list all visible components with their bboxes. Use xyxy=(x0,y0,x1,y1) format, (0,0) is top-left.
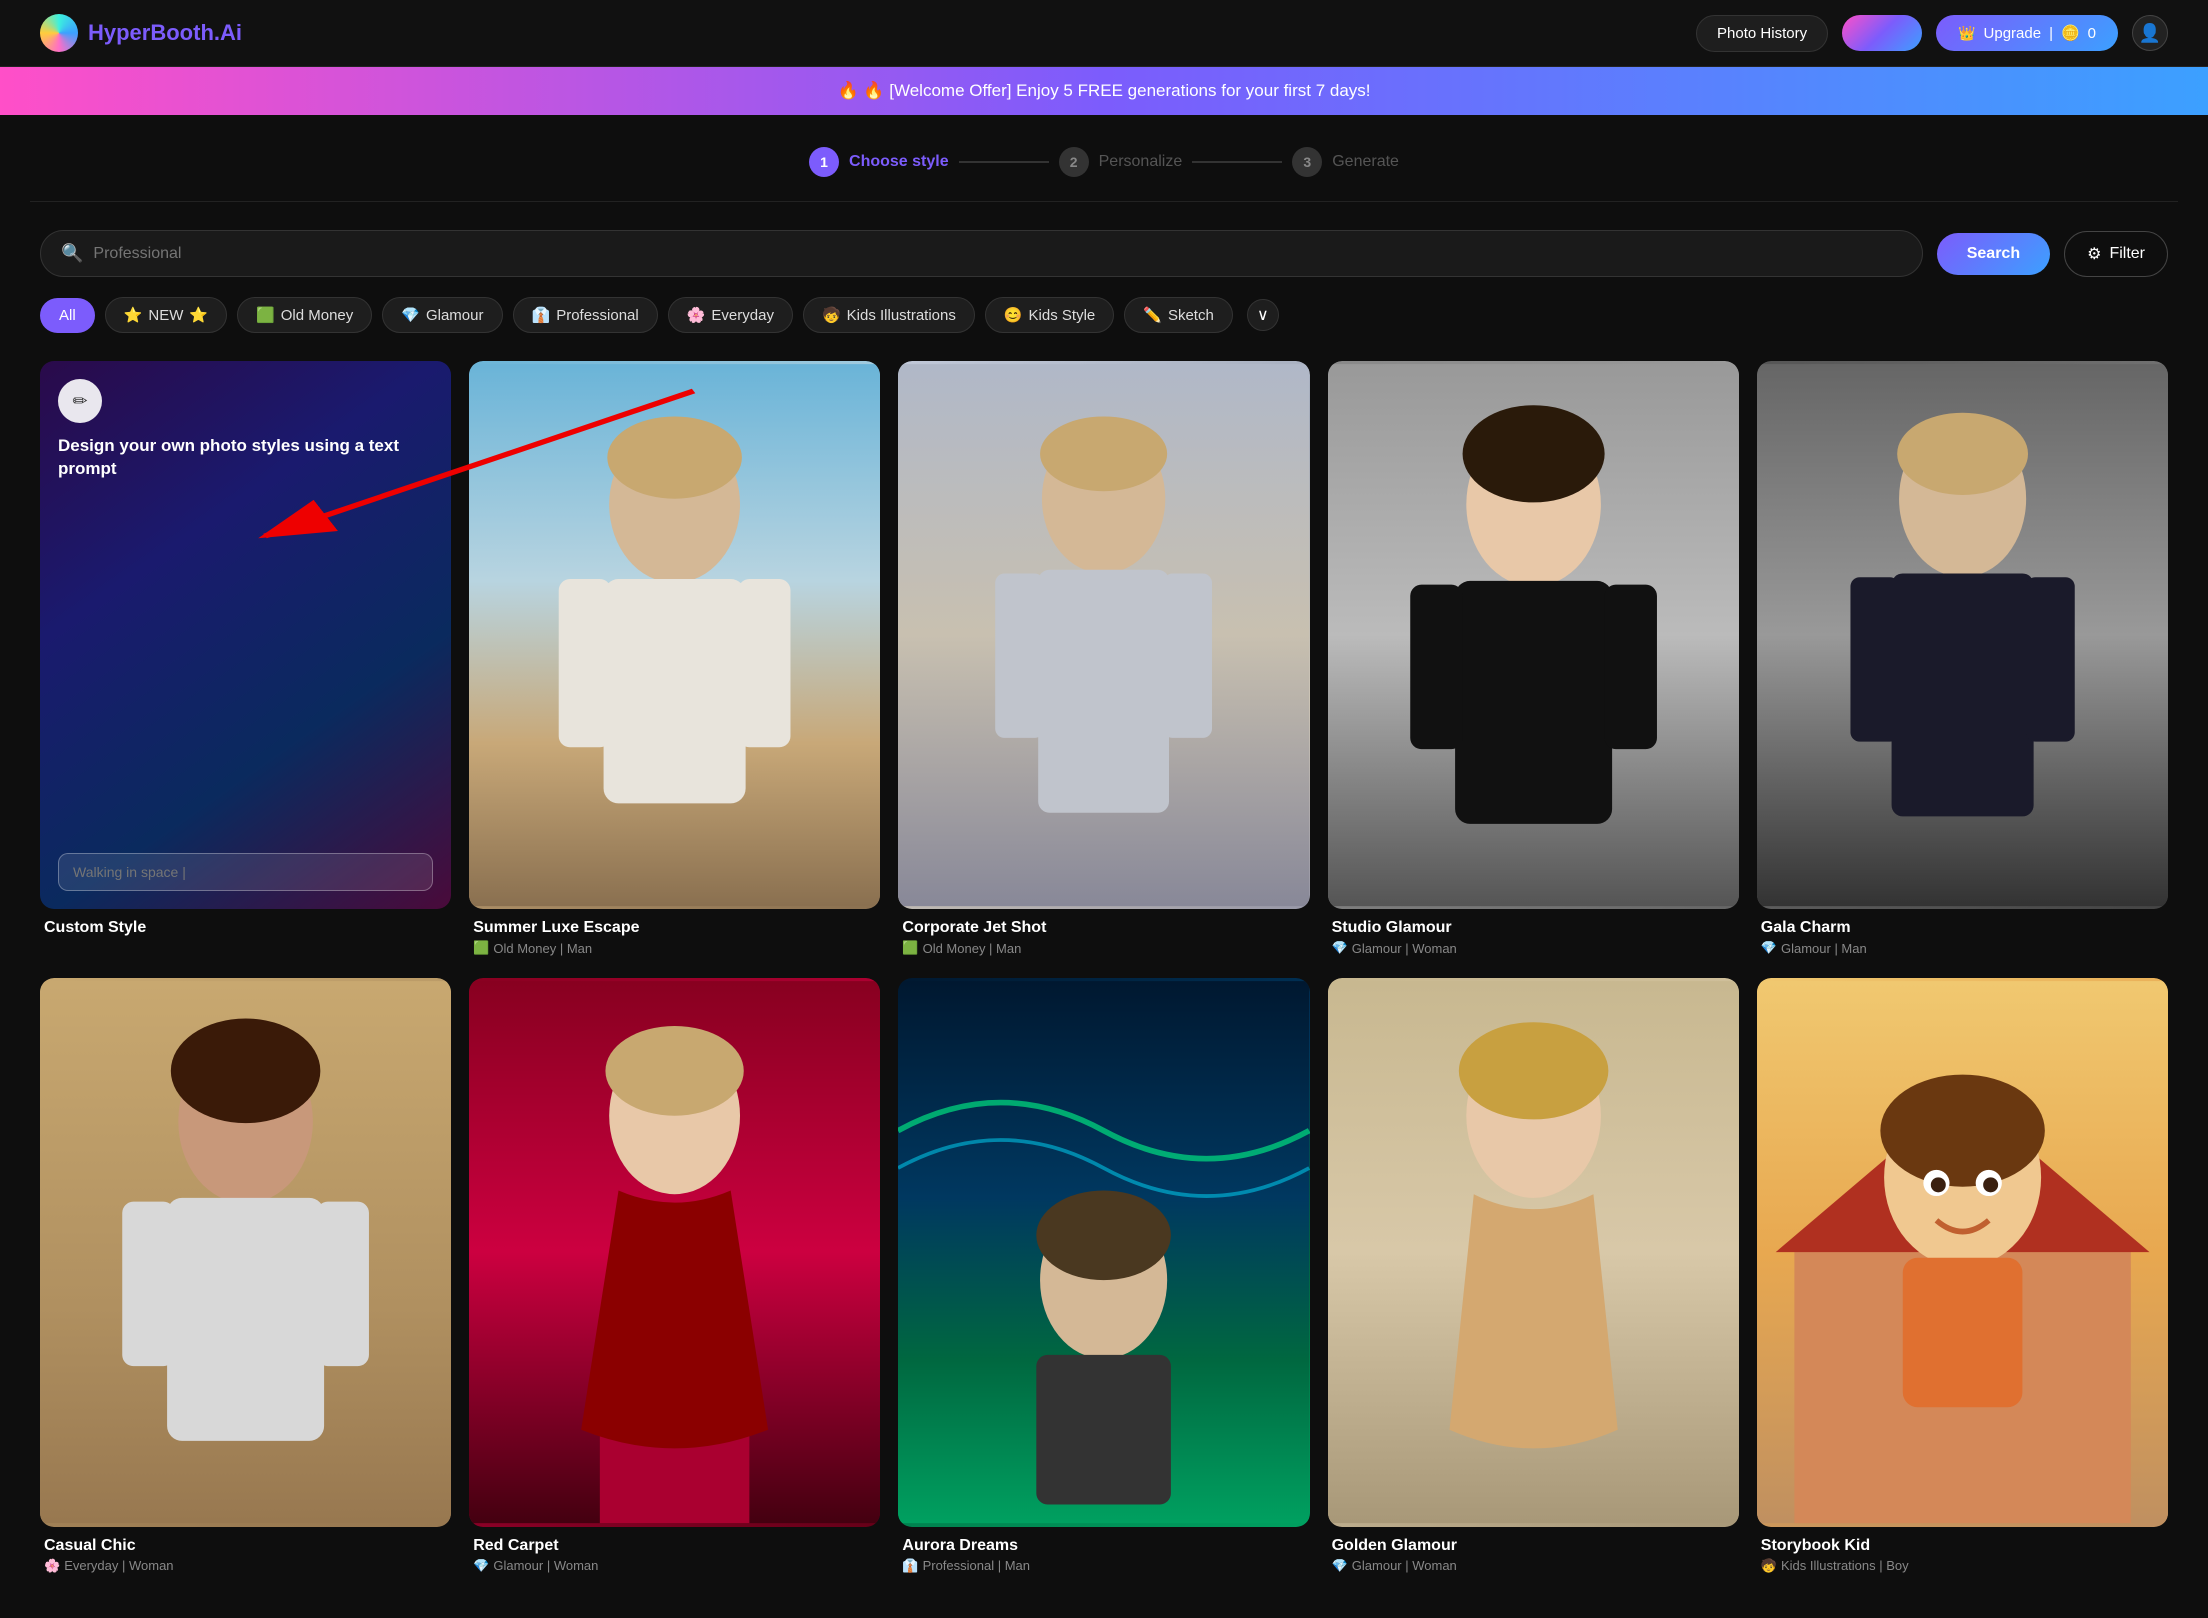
upgrade-button[interactable]: 👑 Upgrade | 🪙 0 xyxy=(1936,15,2118,51)
card-label-casual: Casual Chic 🌸 Everyday | Woman xyxy=(40,1527,451,1578)
all-label: All xyxy=(59,307,76,324)
photo-grid-row1: ✏ Design your own photo styles using a t… xyxy=(40,361,2168,960)
logo: HyperBooth.Ai xyxy=(40,14,242,52)
navbar: HyperBooth.Ai Photo History 👑 Upgrade | … xyxy=(0,0,2208,67)
card-label-summer-luxe: Summer Luxe Escape 🟩 Old Money | Man xyxy=(469,909,880,960)
step-2-label: Personalize xyxy=(1099,153,1183,171)
crown-icon: 👑 xyxy=(1958,25,1975,42)
chevron-down-icon: ∨ xyxy=(1257,305,1269,325)
new-emoji: ⭐ xyxy=(124,306,143,324)
category-glamour[interactable]: 💎 Glamour xyxy=(382,297,502,333)
step-2-num: 2 xyxy=(1059,147,1089,177)
photo-grid-container: ✏ Design your own photo styles using a t… xyxy=(0,361,2208,1618)
photo-card-golden-glamour[interactable]: Golden Glamour 💎 Glamour | Woman xyxy=(1328,978,1739,1577)
expand-categories-button[interactable]: ∨ xyxy=(1247,299,1279,331)
step-2: 2 Personalize xyxy=(1059,147,1183,177)
stepper: 1 Choose style 2 Personalize 3 Generate xyxy=(0,115,2208,201)
photo-card-corporate-jet[interactable]: Corporate Jet Shot 🟩 Old Money | Man xyxy=(898,361,1309,960)
custom-style-label: Custom Style xyxy=(40,909,451,941)
kids-style-label: Kids Style xyxy=(1029,307,1096,324)
photo-card-cartoon-kid[interactable]: Storybook Kid 🧒 Kids Illustrations | Boy xyxy=(1757,978,2168,1577)
welcome-banner: 🔥 🔥 [Welcome Offer] Enjoy 5 FREE generat… xyxy=(0,67,2208,115)
sketch-emoji: ✏️ xyxy=(1143,306,1162,324)
subtitle-icon: 👔 xyxy=(902,1558,918,1574)
new-label: NEW xyxy=(148,307,183,324)
photo-card-casual[interactable]: Casual Chic 🌸 Everyday | Woman xyxy=(40,978,451,1577)
edit-icon: ✏ xyxy=(58,379,102,423)
step-3-label: Generate xyxy=(1332,153,1399,171)
step-1: 1 Choose style xyxy=(809,147,949,177)
kids-ill-label: Kids Illustrations xyxy=(847,307,956,324)
custom-style-card[interactable]: ✏ Design your own photo styles using a t… xyxy=(40,361,451,960)
step-line-1 xyxy=(959,161,1049,163)
step-1-label: Choose style xyxy=(849,153,949,171)
kids-ill-emoji: 🧒 xyxy=(822,306,841,324)
search-button[interactable]: Search xyxy=(1937,233,2050,275)
sketch-label: Sketch xyxy=(1168,307,1214,324)
photo-card-summer-luxe[interactable]: Summer Luxe Escape 🟩 Old Money | Man xyxy=(469,361,880,960)
photo-card-red-carpet[interactable]: Red Carpet 💎 Glamour | Woman xyxy=(469,978,880,1577)
step-3-num: 3 xyxy=(1292,147,1322,177)
step-line-2 xyxy=(1192,161,1282,163)
kids-style-emoji: 😊 xyxy=(1004,306,1023,324)
subtitle-icon: 🟩 xyxy=(902,940,918,956)
photo-card-aurora[interactable]: Aurora Dreams 👔 Professional | Man xyxy=(898,978,1309,1577)
card-label-studio-glamour: Studio Glamour 💎 Glamour | Woman xyxy=(1328,909,1739,960)
card-label-gala-charm: Gala Charm 💎 Glamour | Man xyxy=(1757,909,2168,960)
logo-icon xyxy=(40,14,78,52)
old-money-label: Old Money xyxy=(281,307,354,324)
nav-right: Photo History 👑 Upgrade | 🪙 0 👤 xyxy=(1696,15,2168,52)
photo-card-studio-glamour[interactable]: Studio Glamour 💎 Glamour | Woman xyxy=(1328,361,1739,960)
professional-emoji: 👔 xyxy=(532,306,551,324)
search-icon: 🔍 xyxy=(61,243,83,264)
category-all[interactable]: All xyxy=(40,298,95,333)
photo-grid-row2: Casual Chic 🌸 Everyday | Woman xyxy=(40,978,2168,1577)
subtitle-icon: 💎 xyxy=(1332,940,1348,956)
category-professional[interactable]: 👔 Professional xyxy=(513,297,658,333)
search-box: 🔍 xyxy=(40,230,1923,277)
everyday-emoji: 🌸 xyxy=(687,306,706,324)
card-label-golden-glamour: Golden Glamour 💎 Glamour | Woman xyxy=(1328,1527,1739,1578)
person-icon: 👤 xyxy=(2139,23,2161,44)
everyday-label: Everyday xyxy=(711,307,774,324)
old-money-emoji: 🟩 xyxy=(256,306,275,324)
custom-style-input[interactable] xyxy=(58,853,433,891)
professional-label: Professional xyxy=(556,307,639,324)
glamour-emoji: 💎 xyxy=(401,306,420,324)
subtitle-icon: 💎 xyxy=(473,1558,489,1574)
new-emoji2: ⭐ xyxy=(189,306,208,324)
step-3: 3 Generate xyxy=(1292,147,1399,177)
subtitle-icon: 🧒 xyxy=(1761,1558,1777,1574)
glamour-label: Glamour xyxy=(426,307,484,324)
subtitle-icon: 💎 xyxy=(1761,940,1777,956)
card-label-corporate-jet: Corporate Jet Shot 🟩 Old Money | Man xyxy=(898,909,1309,960)
account-icon[interactable]: 👤 xyxy=(2132,15,2168,51)
card-label-cartoon-kid: Storybook Kid 🧒 Kids Illustrations | Boy xyxy=(1757,1527,2168,1578)
logo-text: HyperBooth.Ai xyxy=(88,20,242,46)
photo-card-gala-charm[interactable]: Gala Charm 💎 Glamour | Man xyxy=(1757,361,2168,960)
category-sketch[interactable]: ✏️ Sketch xyxy=(1124,297,1233,333)
custom-card-description: Design your own photo styles using a tex… xyxy=(58,435,433,481)
step-1-num: 1 xyxy=(809,147,839,177)
subtitle-icon: 🟩 xyxy=(473,940,489,956)
category-new[interactable]: ⭐ NEW ⭐ xyxy=(105,297,227,333)
category-kids-illustrations[interactable]: 🧒 Kids Illustrations xyxy=(803,297,975,333)
subtitle-icon: 🌸 xyxy=(44,1558,60,1574)
photo-history-button[interactable]: Photo History xyxy=(1696,15,1828,52)
category-everyday[interactable]: 🌸 Everyday xyxy=(668,297,793,333)
filter-button[interactable]: ⚙ Filter xyxy=(2064,231,2168,277)
credits-icon: 🪙 xyxy=(2061,24,2080,42)
card-label-red-carpet: Red Carpet 💎 Glamour | Woman xyxy=(469,1527,880,1578)
search-row: 🔍 Search ⚙ Filter xyxy=(0,202,2208,297)
card-label-aurora: Aurora Dreams 👔 Professional | Man xyxy=(898,1527,1309,1578)
subtitle-icon: 💎 xyxy=(1332,1558,1348,1574)
category-row: All ⭐ NEW ⭐ 🟩 Old Money 💎 Glamour 👔 Prof… xyxy=(0,297,2208,361)
category-old-money[interactable]: 🟩 Old Money xyxy=(237,297,372,333)
category-kids-style[interactable]: 😊 Kids Style xyxy=(985,297,1114,333)
search-input[interactable] xyxy=(93,245,1901,263)
gradient-pill-button[interactable] xyxy=(1842,15,1922,51)
filter-icon: ⚙ xyxy=(2087,244,2101,264)
